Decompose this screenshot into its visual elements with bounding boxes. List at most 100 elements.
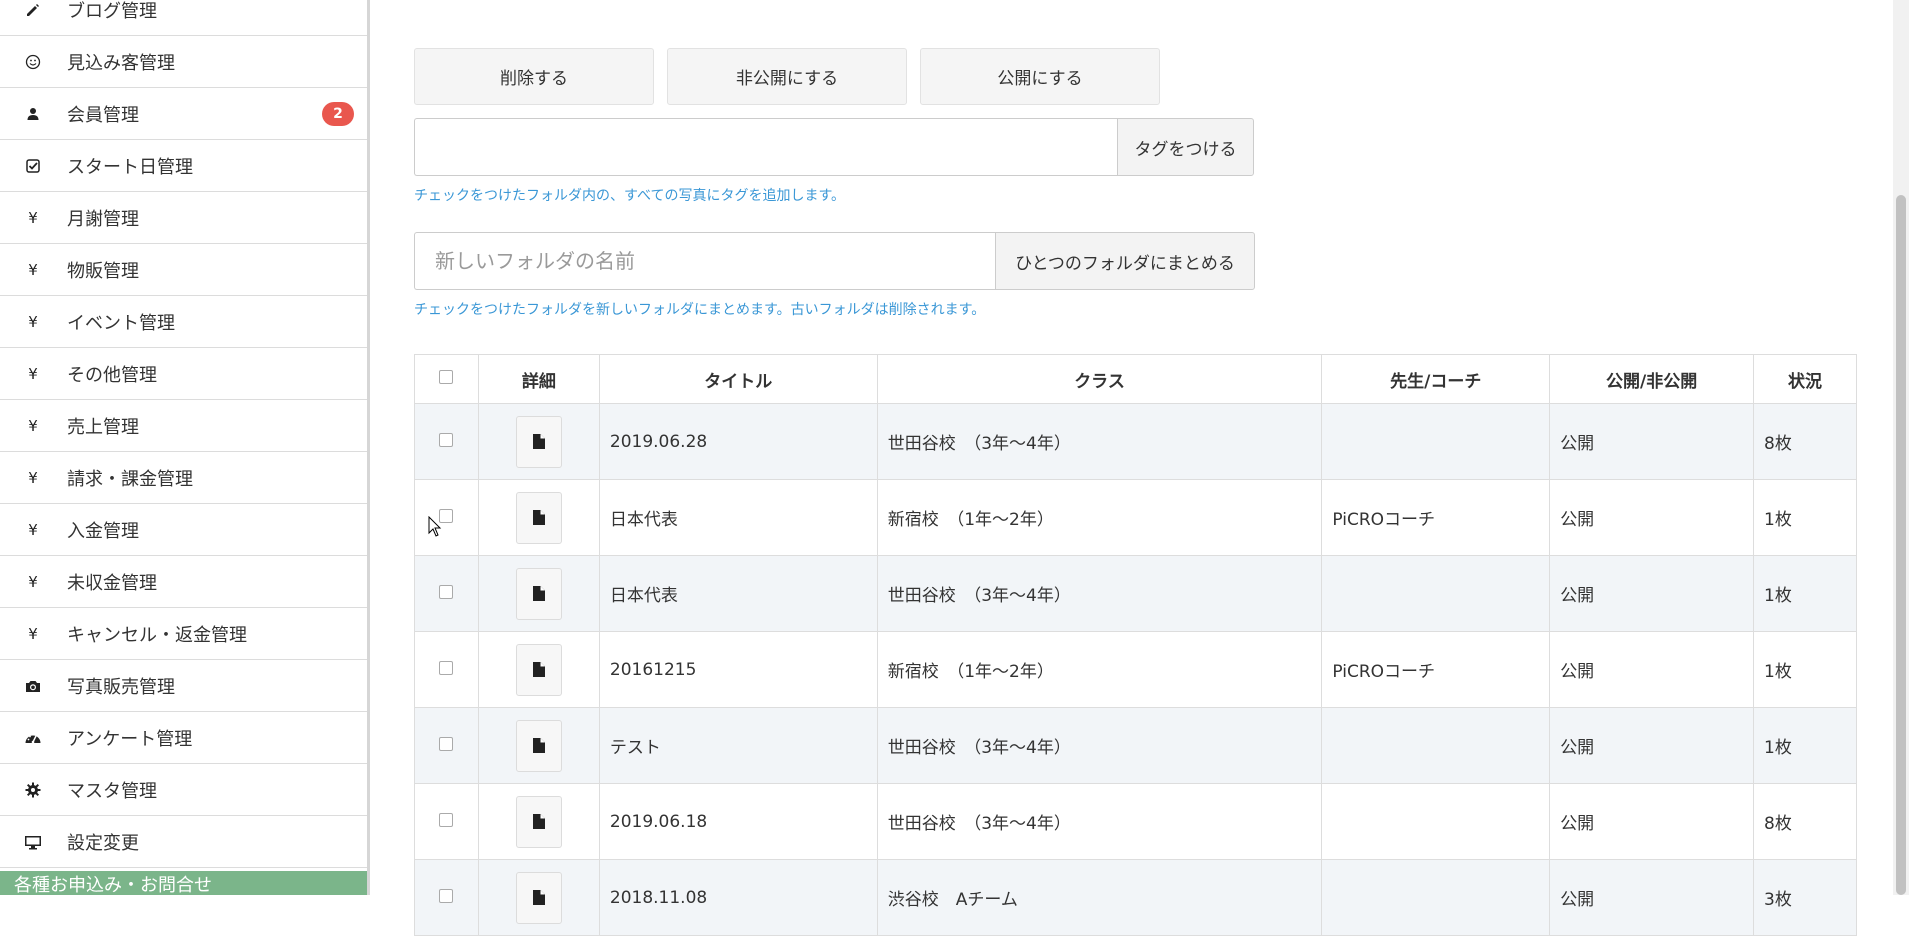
row-checkbox-cell [414, 631, 479, 708]
row-checkbox-cell [414, 707, 479, 784]
row-checkbox-cell [414, 479, 479, 556]
sidebar: ブログ管理 見込み客管理 会員管理 2 スタート日管理 ¥ 月謝管理 ¥ 物販管理 ¥ イベント管理… [0, 0, 370, 895]
publish-button[interactable]: 公開にする [920, 48, 1160, 105]
sidebar-item[interactable]: スタート日管理 [0, 140, 367, 192]
table-row[interactable]: 2018.11.08 渋谷校 Aチーム 公開 3枚 [414, 859, 1857, 936]
sidebar-item[interactable]: ¥ 売上管理 [0, 400, 367, 452]
select-all-checkbox[interactable] [439, 370, 454, 384]
sidebar-item[interactable]: ¥ 物販管理 [0, 244, 367, 296]
sidebar-item[interactable]: ¥ 入金管理 [0, 504, 367, 556]
teacher-cell: PiCROコーチ [1321, 479, 1551, 556]
document-icon [532, 433, 546, 450]
header-title: タイトル [598, 354, 878, 404]
teacher-cell: PiCROコーチ [1321, 631, 1551, 708]
page-scrollbar[interactable] [1893, 0, 1909, 895]
document-icon [532, 661, 546, 678]
table-header-row: 詳細 タイトル クラス 先生/コーチ 公開/非公開 状況 [414, 354, 1857, 404]
row-checkbox-cell [414, 783, 479, 860]
sidebar-item[interactable]: マスタ管理 [0, 764, 367, 816]
class-cell: 新宿校 （1年～2年） [876, 631, 1323, 708]
document-icon [532, 813, 546, 830]
document-icon [532, 585, 546, 602]
sidebar-item[interactable]: 設定変更 [0, 816, 367, 868]
table-row[interactable]: 日本代表 世田谷校 （3年～4年） 公開 1枚 [414, 555, 1857, 632]
detail-cell [477, 783, 600, 860]
sidebar-item-label: イベント管理 [67, 312, 175, 334]
row-checkbox[interactable] [439, 660, 454, 675]
teacher-cell [1321, 707, 1551, 784]
sidebar-item[interactable]: ¥ 未収金管理 [0, 556, 367, 608]
detail-cell [477, 403, 600, 480]
row-checkbox-cell [414, 859, 479, 936]
title-cell: 20161215 [598, 631, 878, 708]
detail-cell [477, 707, 600, 784]
sidebar-item-label: 入金管理 [67, 520, 139, 542]
status-cell: 8枚 [1753, 783, 1857, 860]
table-row[interactable]: 2019.06.18 世田谷校 （3年～4年） 公開 8枚 [414, 783, 1857, 860]
detail-button[interactable] [515, 567, 562, 620]
yen-icon: ¥ [28, 208, 38, 227]
class-cell: 渋谷校 Aチーム [876, 859, 1323, 936]
table-row[interactable]: 日本代表 新宿校 （1年～2年） PiCROコーチ 公開 1枚 [414, 479, 1857, 556]
sidebar-item[interactable]: ¥ 月謝管理 [0, 192, 367, 244]
scrollbar-thumb[interactable] [1896, 195, 1906, 895]
table-row[interactable]: テスト 世田谷校 （3年～4年） 公開 1枚 [414, 707, 1857, 784]
table-row[interactable]: 2019.06.28 世田谷校 （3年～4年） 公開 8枚 [414, 403, 1857, 480]
sidebar-item-label: 写真販売管理 [67, 676, 175, 698]
sidebar-item-label: 未収金管理 [67, 572, 157, 594]
teacher-cell [1321, 859, 1551, 936]
sidebar-item[interactable]: ブログ管理 [0, 0, 367, 36]
yen-icon: ¥ [28, 572, 38, 591]
row-checkbox[interactable] [439, 888, 454, 903]
sidebar-item[interactable]: 会員管理 2 [0, 88, 367, 140]
add-tag-button[interactable]: タグをつける [1117, 118, 1254, 176]
table-row[interactable]: 20161215 新宿校 （1年～2年） PiCROコーチ 公開 1枚 [414, 631, 1857, 708]
detail-button[interactable] [515, 415, 562, 468]
header-detail: 詳細 [477, 354, 600, 404]
unpublish-button[interactable]: 非公開にする [667, 48, 907, 105]
main-content: 削除する 非公開にする 公開にする タグをつける チェックをつけたフォルダ内の、… [373, 0, 1893, 936]
row-checkbox[interactable] [439, 432, 454, 447]
status-cell: 1枚 [1753, 479, 1857, 556]
class-cell: 世田谷校 （3年～4年） [876, 555, 1323, 632]
sidebar-item-label: スタート日管理 [67, 156, 193, 178]
delete-button[interactable]: 削除する [414, 48, 654, 105]
document-icon [532, 509, 546, 526]
sidebar-item[interactable]: ¥ 請求・課金管理 [0, 452, 367, 504]
merge-folders-button[interactable]: ひとつのフォルダにまとめる [995, 232, 1255, 290]
mouse-cursor-icon [428, 516, 442, 537]
sidebar-item[interactable]: ¥ キャンセル・返金管理 [0, 608, 367, 660]
detail-button[interactable] [515, 491, 562, 544]
sidebar-item[interactable]: ¥ イベント管理 [0, 296, 367, 348]
visibility-cell: 公開 [1549, 555, 1755, 632]
detail-button[interactable] [515, 643, 562, 696]
sidebar-item-label: 設定変更 [67, 832, 139, 854]
yen-icon: ¥ [28, 260, 38, 279]
tag-input[interactable] [414, 118, 1117, 176]
folder-name-input[interactable] [414, 232, 995, 290]
row-checkbox[interactable] [439, 584, 454, 599]
detail-button[interactable] [515, 795, 562, 848]
document-icon [532, 737, 546, 754]
sidebar-item-label: その他管理 [67, 364, 157, 386]
sidebar-item[interactable]: ¥ その他管理 [0, 348, 367, 400]
class-cell: 世田谷校 （3年～4年） [876, 783, 1323, 860]
detail-button[interactable] [515, 871, 562, 924]
sidebar-item-label: 会員管理 [67, 104, 139, 126]
header-class: クラス [876, 354, 1323, 404]
sidebar-item[interactable]: アンケート管理 [0, 712, 367, 764]
header-teacher: 先生/コーチ [1321, 354, 1551, 404]
visibility-cell: 公開 [1549, 631, 1755, 708]
sidebar-item[interactable]: 写真販売管理 [0, 660, 367, 712]
sidebar-item-label: マスタ管理 [67, 780, 157, 802]
sidebar-item-label: 売上管理 [67, 416, 139, 438]
contact-inquiry-link[interactable]: 各種お申込み・お問合せ [0, 871, 367, 895]
teacher-cell [1321, 555, 1551, 632]
sidebar-item-label: 見込み客管理 [67, 52, 175, 74]
row-checkbox[interactable] [439, 812, 454, 827]
visibility-cell: 公開 [1549, 859, 1755, 936]
detail-button[interactable] [515, 719, 562, 772]
row-checkbox[interactable] [439, 736, 454, 751]
sidebar-item[interactable]: 見込み客管理 [0, 36, 367, 88]
yen-icon: ¥ [28, 312, 38, 331]
